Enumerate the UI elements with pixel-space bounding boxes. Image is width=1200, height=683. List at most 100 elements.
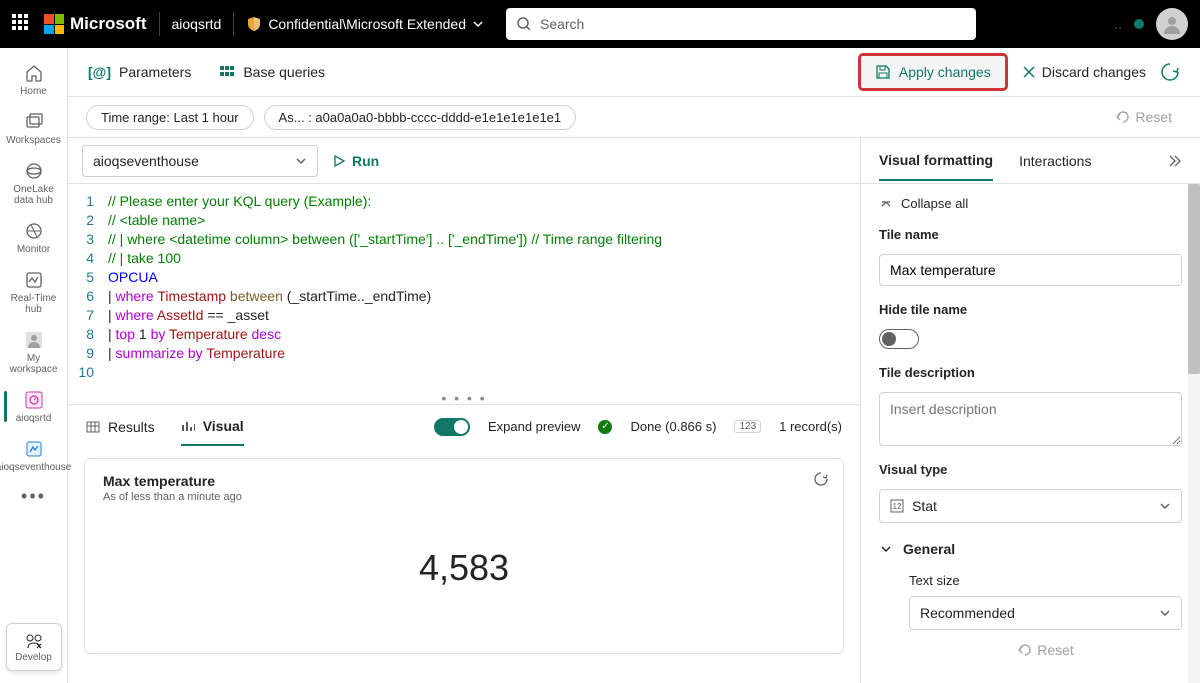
tab-interactions[interactable]: Interactions: [1019, 142, 1091, 180]
shield-icon: [246, 16, 262, 32]
left-nav: Home Workspaces OneLake data hub Monitor…: [0, 48, 68, 683]
nav-aioqseventhouse[interactable]: aioqseventhouse: [4, 432, 64, 479]
sensitivity-picker[interactable]: Confidential\Microsoft Extended: [246, 16, 484, 32]
tile-name-label: Tile name: [879, 227, 1182, 242]
tile-title: Max temperature: [103, 473, 825, 489]
query-editor[interactable]: 1// Please enter your KQL query (Example…: [68, 184, 860, 390]
eventhouse-icon: [23, 438, 45, 460]
scrollbar-track[interactable]: [1188, 184, 1200, 683]
dashboard-icon: [23, 389, 45, 411]
chevron-down-icon: [295, 155, 307, 167]
microsoft-squares-icon: [44, 14, 64, 34]
apply-changes-button[interactable]: Apply changes: [858, 53, 1008, 91]
page-toolbar: [@] Parameters Base queries Apply change…: [68, 48, 1200, 97]
pill-time-range[interactable]: Time range: Last 1 hour: [86, 105, 254, 130]
parameters-icon: [@]: [88, 64, 111, 80]
status-success-icon: ✓: [598, 420, 612, 434]
sensitivity-label: Confidential\Microsoft Extended: [268, 16, 466, 32]
tile-asof: As of less than a minute ago: [103, 491, 825, 503]
chevron-down-icon: [1159, 607, 1171, 619]
visual-type-select[interactable]: 12 Stat: [879, 489, 1182, 523]
text-size-select[interactable]: Recommended: [909, 596, 1182, 630]
nav-aioqsrtd[interactable]: aioqsrtd: [4, 383, 64, 430]
app-body: Home Workspaces OneLake data hub Monitor…: [0, 48, 1200, 683]
expand-preview-toggle[interactable]: [434, 418, 470, 436]
parameter-pill-bar: Time range: Last 1 hour As... : a0a0a0a0…: [68, 97, 1200, 137]
run-button[interactable]: Run: [332, 153, 379, 169]
refresh-icon[interactable]: [1160, 62, 1180, 82]
tile-desc-input[interactable]: [879, 392, 1182, 446]
text-size-label: Text size: [909, 573, 1182, 588]
divider: [233, 12, 234, 36]
divider: [159, 12, 160, 36]
side-tabs: Visual formatting Interactions: [861, 138, 1200, 184]
undo-icon: [1115, 110, 1129, 124]
nav-monitor[interactable]: Monitor: [4, 214, 64, 261]
search-icon: [516, 16, 532, 32]
more-icon: •••: [21, 487, 46, 507]
editor-column: aioqseventhouse Run 1// Please enter you…: [68, 138, 860, 683]
pill-asset[interactable]: As... : a0a0a0a0-bbbb-cccc-dddd-e1e1e1e1…: [264, 105, 577, 130]
realtime-icon: [23, 269, 45, 291]
record-badge-icon: 123: [734, 420, 761, 433]
scrollbar-thumb[interactable]: [1188, 184, 1200, 374]
tab-visual[interactable]: Visual: [181, 408, 244, 446]
monitor-icon: [23, 220, 45, 242]
tab-parameters[interactable]: [@] Parameters: [88, 64, 191, 80]
tile-name-input[interactable]: [879, 254, 1182, 286]
app-launcher-icon[interactable]: [12, 14, 32, 34]
global-search[interactable]: Search: [506, 8, 976, 40]
user-avatar[interactable]: [1156, 8, 1188, 40]
nav-home[interactable]: Home: [4, 56, 64, 103]
database-select[interactable]: aioqseventhouse: [82, 145, 318, 177]
global-header: Microsoft aioqsrtd Confidential\Microsof…: [0, 0, 1200, 48]
chevron-down-icon: [1159, 500, 1171, 512]
reset-section[interactable]: Reset: [1017, 642, 1074, 658]
nav-more[interactable]: •••: [4, 481, 64, 513]
chart-icon: [181, 419, 195, 433]
reset-parameters[interactable]: Reset: [1115, 109, 1182, 125]
collapse-all-button[interactable]: Collapse all: [879, 196, 1182, 211]
stat-tile: Max temperature As of less than a minute…: [84, 458, 844, 654]
hide-tile-label: Hide tile name: [879, 302, 1182, 317]
section-general[interactable]: General: [879, 541, 1182, 557]
svg-text:12: 12: [893, 502, 902, 511]
work-row: aioqseventhouse Run 1// Please enter you…: [68, 137, 1200, 683]
main-area: [@] Parameters Base queries Apply change…: [68, 48, 1200, 683]
chevron-down-icon: [472, 18, 484, 30]
tab-base-queries[interactable]: Base queries: [219, 64, 325, 80]
resize-handle[interactable]: • • • •: [68, 390, 860, 404]
chevron-right-double-icon[interactable]: [1166, 153, 1182, 169]
header-right: ..: [1114, 8, 1188, 40]
expand-preview-label: Expand preview: [488, 419, 581, 434]
undo-icon: [1017, 643, 1031, 657]
visual-type-label: Visual type: [879, 462, 1182, 477]
tile-refresh-icon[interactable]: [813, 471, 829, 487]
brand-text: Microsoft: [70, 14, 147, 34]
workspace-name[interactable]: aioqsrtd: [172, 16, 222, 32]
query-duration: Done (0.866 s): [630, 419, 716, 434]
close-icon: [1022, 65, 1036, 79]
nav-realtime-hub[interactable]: Real-Time hub: [4, 263, 64, 321]
home-icon: [23, 62, 45, 84]
nav-onelake[interactable]: OneLake data hub: [4, 154, 64, 212]
formatting-body: Collapse all Tile name Hide tile name Ti…: [861, 184, 1200, 683]
develop-icon: [24, 632, 44, 650]
nav-my-workspace[interactable]: My workspace: [4, 323, 64, 381]
result-tabs: Results Visual Expand preview ✓ Done (0.…: [68, 404, 860, 448]
search-placeholder: Search: [540, 16, 584, 32]
develop-button[interactable]: Develop: [6, 623, 62, 671]
hide-tile-toggle[interactable]: [879, 329, 919, 349]
presence-icon: [1134, 19, 1144, 29]
collapse-icon: [879, 197, 893, 211]
run-bar: aioqseventhouse Run: [68, 138, 860, 184]
discard-changes-button[interactable]: Discard changes: [1022, 64, 1146, 80]
base-queries-icon: [219, 64, 235, 80]
tab-results[interactable]: Results: [86, 409, 155, 445]
person-icon: [1162, 14, 1182, 34]
tab-visual-formatting[interactable]: Visual formatting: [879, 141, 993, 181]
table-icon: [86, 420, 100, 434]
microsoft-logo: Microsoft: [44, 14, 147, 34]
person-workspace-icon: [23, 329, 45, 351]
nav-workspaces[interactable]: Workspaces: [4, 105, 64, 152]
